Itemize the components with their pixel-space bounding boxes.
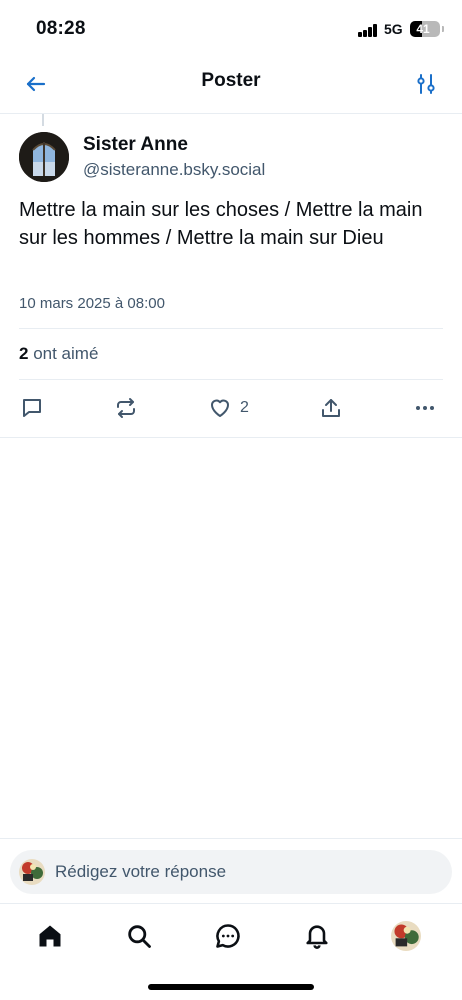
reply-input[interactable]: Rédigez votre réponse xyxy=(10,850,452,894)
battery-icon: 41 xyxy=(410,21,440,37)
tab-notifications[interactable] xyxy=(297,916,337,956)
likes-label: ont aimé xyxy=(33,344,99,363)
header: Poster xyxy=(0,58,462,114)
reply-placeholder: Rédigez votre réponse xyxy=(55,862,227,881)
divider xyxy=(0,903,462,904)
likes-link[interactable]: 2 ont aimé xyxy=(19,344,98,364)
thread-line xyxy=(42,114,44,126)
like-button[interactable]: 2 xyxy=(208,393,249,423)
more-icon xyxy=(416,406,434,410)
thread-settings-button[interactable] xyxy=(410,68,442,100)
tab-profile[interactable] xyxy=(386,916,426,956)
post-text: Mettre la main sur les choses / Mettre l… xyxy=(19,199,423,249)
signal-icon xyxy=(358,24,378,37)
bell-icon xyxy=(306,925,328,949)
home-indicator xyxy=(148,984,314,990)
status-time: 08:28 xyxy=(36,18,86,39)
divider xyxy=(19,379,443,380)
author-handle[interactable]: @sisteranne.bsky.social xyxy=(83,160,265,180)
tab-home[interactable] xyxy=(30,916,70,956)
user-avatar xyxy=(19,859,45,885)
divider xyxy=(19,328,443,329)
battery-tip xyxy=(442,26,444,32)
more-button[interactable] xyxy=(413,393,437,423)
page-title: Poster xyxy=(201,70,261,91)
likes-count: 2 xyxy=(19,344,29,363)
divider xyxy=(0,838,462,839)
status-bar: 08:28 5G 41 xyxy=(0,0,462,58)
search-icon xyxy=(128,925,151,948)
tab-chat[interactable] xyxy=(208,916,248,956)
like-count: 2 xyxy=(240,399,249,416)
post-date: 10 mars 2025 à 08:00 xyxy=(19,295,165,312)
profile-avatar xyxy=(391,921,421,951)
repost-button[interactable] xyxy=(114,393,138,423)
tab-search[interactable] xyxy=(119,916,159,956)
network-label: 5G xyxy=(384,21,403,37)
author-avatar[interactable] xyxy=(19,132,69,182)
home-icon xyxy=(39,925,61,947)
chat-icon xyxy=(216,924,240,948)
share-button[interactable] xyxy=(319,393,343,423)
reply-button[interactable] xyxy=(20,393,44,423)
divider xyxy=(0,437,462,438)
post-author[interactable]: Sister Anne @sisteranne.bsky.social xyxy=(19,130,439,184)
heart-icon xyxy=(211,399,229,417)
repost-icon xyxy=(117,398,135,418)
battery-level: 41 xyxy=(416,22,430,36)
author-name[interactable]: Sister Anne xyxy=(83,134,188,156)
sliders-icon xyxy=(417,74,435,94)
share-icon xyxy=(322,399,340,417)
comment-icon xyxy=(23,399,41,417)
